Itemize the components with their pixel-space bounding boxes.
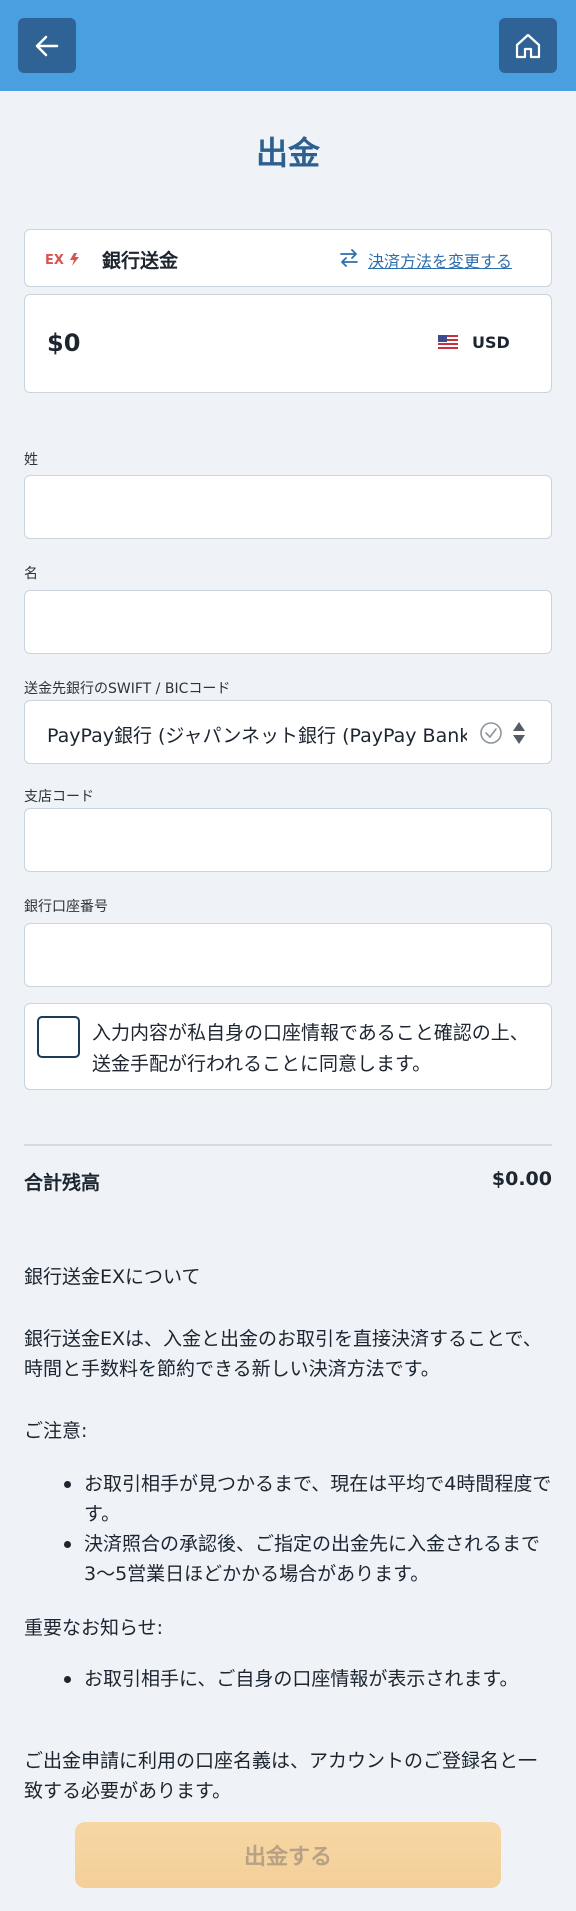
back-button[interactable] <box>18 18 76 73</box>
first-name-input[interactable] <box>24 590 552 654</box>
home-button[interactable] <box>499 18 557 73</box>
total-balance-label: 合計残高 <box>24 1172 101 1194</box>
select-arrows-icon <box>513 722 525 744</box>
arrow-left-icon <box>35 35 59 56</box>
list-item: お取引相手が見つかるまで、現在は平均で4時間程度です。 <box>24 1469 552 1529</box>
page-title: 出金 <box>255 134 320 172</box>
caution-list: お取引相手が見つかるまで、現在は平均で4時間程度です。 決済照合の承認後、ご指定… <box>24 1469 552 1589</box>
home-icon <box>515 33 541 58</box>
swift-code-value: PayPay銀行 (ジャパンネット銀行 (PayPay Bank <box>47 725 467 747</box>
last-name-input[interactable] <box>24 475 552 539</box>
info-description: 銀行送金EXは、入金と出金のお取引を直接決済することで、時間と手数料を節約できる… <box>24 1328 542 1380</box>
us-flag-icon <box>438 335 458 349</box>
change-payment-method-link[interactable]: 決済方法を変更する <box>368 248 512 272</box>
divider <box>24 1144 552 1146</box>
list-item: 決済照合の承認後、ご指定の出金先に入金されるまで3〜5営業日ほどかかる場合があり… <box>24 1529 552 1589</box>
footer-note: ご出金申請に利用の口座名義は、アカウントのご登録名と一致する必要があります。 <box>24 1750 538 1802</box>
amount-value: $0 <box>47 329 81 357</box>
currency-code: USD <box>472 333 510 352</box>
total-balance-value: $0.00 <box>491 1168 552 1190</box>
branch-code-input[interactable] <box>24 808 552 872</box>
notice-list: お取引相手に、ご自身の口座情報が表示されます。 <box>24 1664 552 1694</box>
swap-icon[interactable] <box>337 246 361 270</box>
payment-method-name: 銀行送金 <box>102 250 179 272</box>
branch-code-label: 支店コード <box>24 789 94 805</box>
header-bar <box>0 0 576 91</box>
agreement-card: 入力内容が私自身の口座情報であること確認の上、送金手配が行われることに同意します… <box>24 1003 552 1090</box>
account-number-input[interactable] <box>24 923 552 987</box>
svg-text:EX: EX <box>45 253 64 268</box>
info-heading: 銀行送金EXについて <box>24 1266 201 1288</box>
amount-input[interactable]: $0 USD <box>24 294 552 393</box>
caution-heading: ご注意: <box>24 1420 88 1442</box>
agreement-checkbox[interactable] <box>37 1016 80 1058</box>
agreement-text: 入力内容が私自身の口座情報であること確認の上、送金手配が行われることに同意します… <box>92 1022 529 1075</box>
last-name-label: 姓 <box>24 452 38 468</box>
list-item: お取引相手に、ご自身の口座情報が表示されます。 <box>24 1664 552 1694</box>
swift-code-select[interactable]: PayPay銀行 (ジャパンネット銀行 (PayPay Bank <box>24 700 552 764</box>
check-circle-icon <box>480 722 502 744</box>
payment-method-card: EX 銀行送金 決済方法を変更する <box>24 229 552 287</box>
swift-code-label: 送金先銀行のSWIFT / BICコード <box>24 681 231 697</box>
first-name-label: 名 <box>24 566 38 582</box>
bank-transfer-ex-logo: EX <box>45 253 79 268</box>
account-number-label: 銀行口座番号 <box>24 899 108 915</box>
withdraw-button[interactable]: 出金する <box>75 1822 501 1888</box>
notice-heading: 重要なお知らせ: <box>24 1617 164 1639</box>
